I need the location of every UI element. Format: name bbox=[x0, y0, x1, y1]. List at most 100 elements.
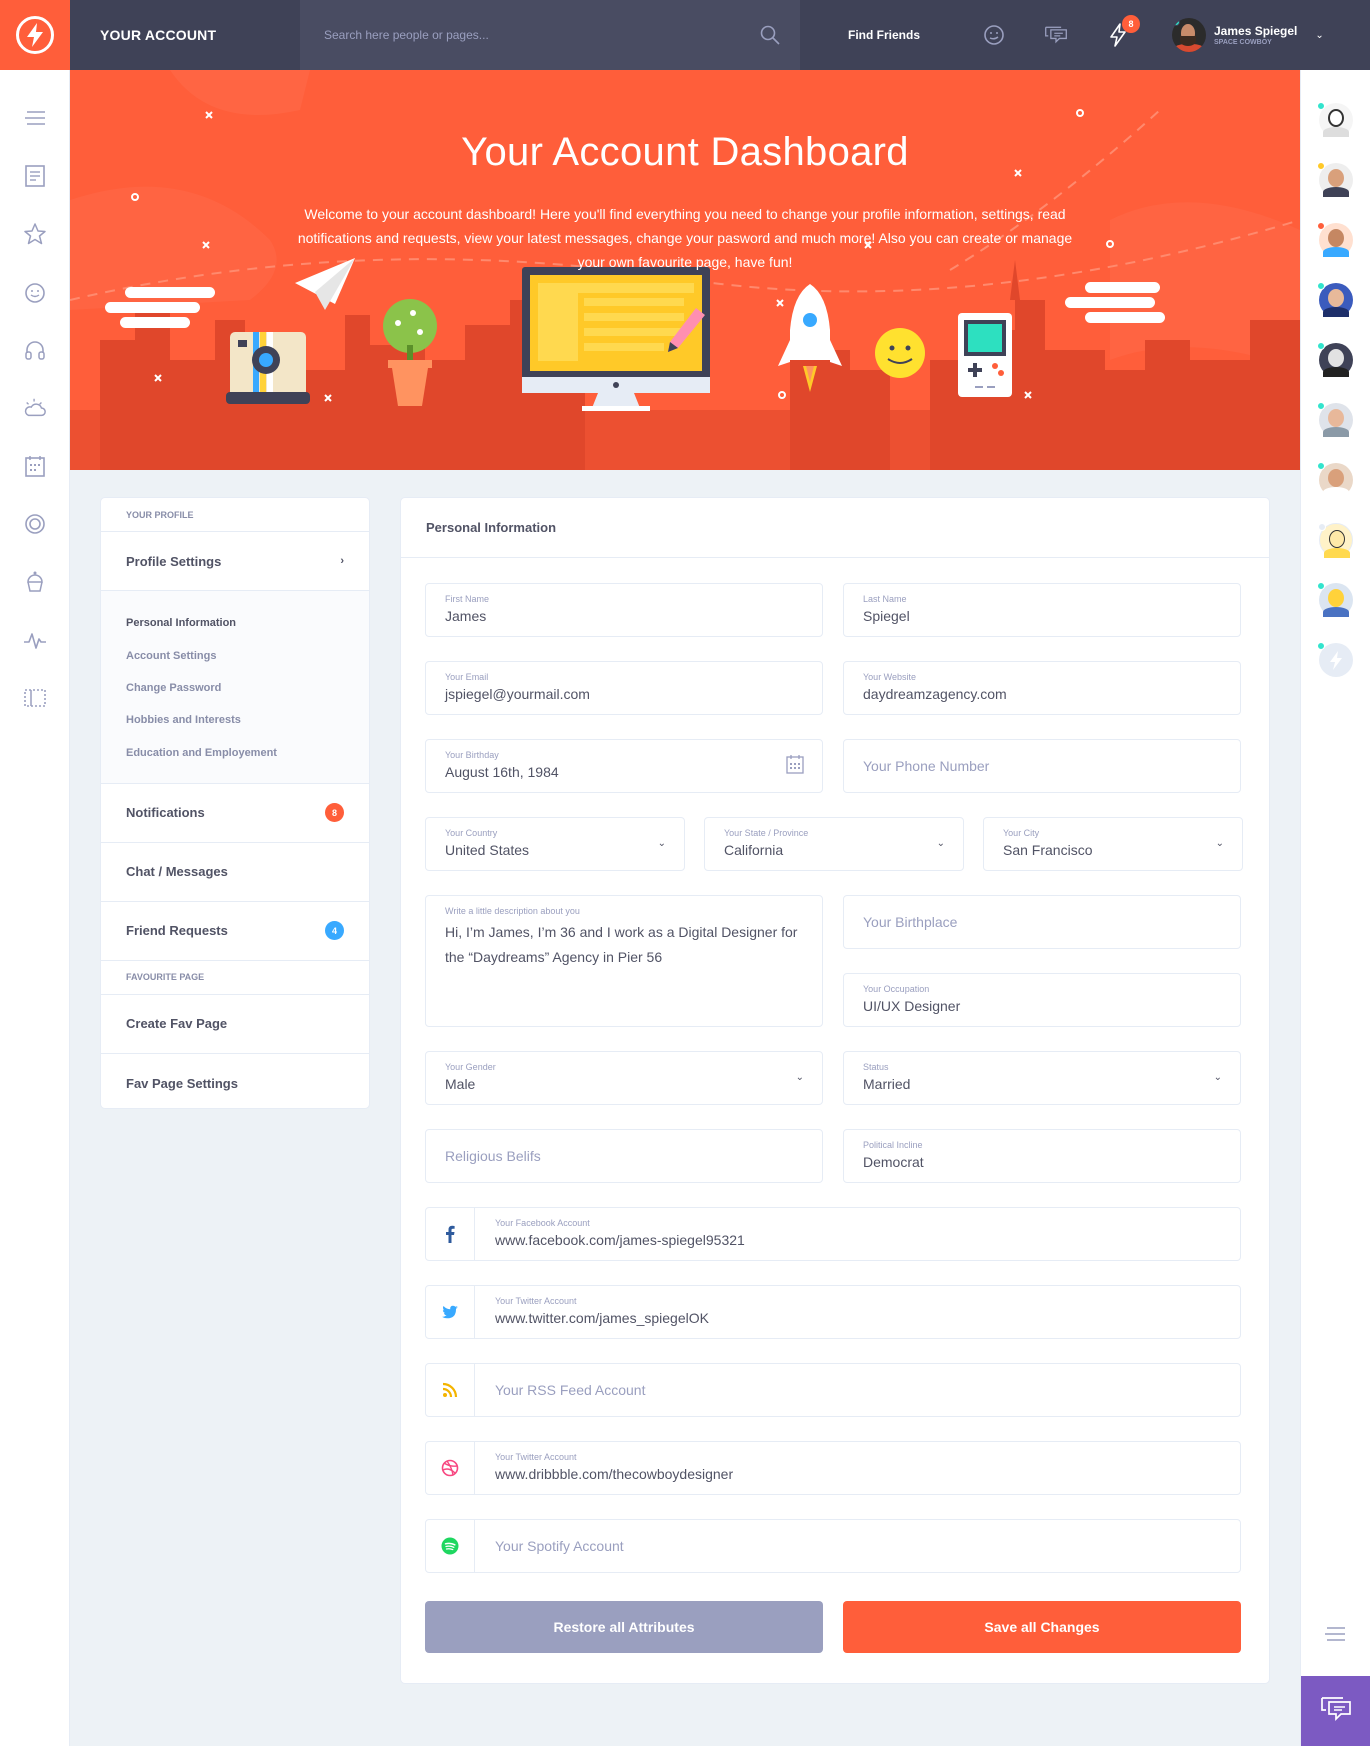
search-icon[interactable] bbox=[760, 25, 780, 50]
chat-button[interactable] bbox=[1301, 1676, 1370, 1746]
lightning-notification-icon[interactable]: 8 bbox=[1106, 15, 1140, 47]
friend-avatar[interactable] bbox=[1316, 162, 1353, 197]
field-label: Last Name bbox=[863, 594, 907, 604]
submenu-account-settings[interactable]: Account Settings bbox=[126, 639, 344, 671]
field-value: jspiegel@yourmail.com bbox=[445, 686, 590, 702]
menu-item-label: Notifications bbox=[126, 805, 205, 821]
field-label: Your Gender bbox=[445, 1062, 496, 1072]
menu-icon[interactable] bbox=[1324, 1626, 1346, 1647]
field-label: Your City bbox=[1003, 828, 1040, 838]
menu-item-create-fav-page[interactable]: Create Fav Page bbox=[101, 995, 369, 1054]
field-value: UI/UX Designer bbox=[863, 998, 961, 1014]
field-label: Your Facebook Account bbox=[495, 1218, 590, 1228]
friend-requests-count-badge: 4 bbox=[325, 921, 344, 941]
friend-avatar[interactable] bbox=[1316, 102, 1353, 137]
field-placeholder: Your Spotify Account bbox=[495, 1538, 624, 1554]
field-value: Male bbox=[445, 1076, 476, 1092]
field-label: Status bbox=[863, 1062, 889, 1072]
birthplace-field[interactable]: Your Birthplace bbox=[843, 895, 1241, 949]
state-select[interactable]: Your State / Province California ⌄ bbox=[704, 817, 964, 871]
submenu-change-password[interactable]: Change Password bbox=[126, 672, 344, 704]
stats-icon[interactable] bbox=[23, 626, 47, 654]
friend-avatar[interactable] bbox=[1316, 642, 1353, 677]
field-label: Political Incline bbox=[863, 1140, 923, 1150]
field-label: Your Country bbox=[445, 828, 498, 838]
field-value: James bbox=[445, 608, 487, 624]
email-field[interactable]: Your Email jspiegel@yourmail.com bbox=[425, 661, 823, 715]
last-name-field[interactable]: Last Name Spiegel bbox=[843, 583, 1241, 637]
manage-widgets-icon[interactable] bbox=[23, 684, 47, 712]
dribbble-field[interactable]: Your Twitter Account www.dribbble.com/th… bbox=[425, 1441, 1241, 1495]
friend-avatar[interactable] bbox=[1316, 222, 1353, 257]
friend-avatar[interactable] bbox=[1316, 342, 1353, 377]
menu-section-your-profile: YOUR PROFILE bbox=[101, 498, 369, 532]
country-select[interactable]: Your Country United States ⌄ bbox=[425, 817, 685, 871]
save-button[interactable]: Save all Changes bbox=[843, 1601, 1241, 1653]
website-field[interactable]: Your Website daydreamzagency.com bbox=[843, 661, 1241, 715]
page-title: YOUR ACCOUNT bbox=[100, 27, 217, 43]
spotify-field[interactable]: Your Spotify Account bbox=[425, 1519, 1241, 1573]
facebook-field[interactable]: Your Facebook Account www.facebook.com/j… bbox=[425, 1207, 1241, 1261]
occupation-field[interactable]: Your Occupation UI/UX Designer bbox=[843, 973, 1241, 1027]
friend-avatar[interactable] bbox=[1317, 523, 1353, 558]
first-name-field[interactable]: First Name James bbox=[425, 583, 823, 637]
restore-button[interactable]: Restore all Attributes bbox=[425, 1601, 823, 1653]
rss-icon bbox=[426, 1364, 475, 1416]
menu-icon[interactable] bbox=[23, 104, 47, 132]
gender-select[interactable]: Your Gender Male ⌄ bbox=[425, 1051, 823, 1105]
menu-item-friend-requests[interactable]: Friend Requests 4 bbox=[101, 902, 369, 961]
chevron-down-icon[interactable]: ⌄ bbox=[1315, 30, 1323, 41]
city-select[interactable]: Your City San Francisco ⌄ bbox=[983, 817, 1243, 871]
logo[interactable] bbox=[0, 0, 70, 70]
badge-icon[interactable] bbox=[23, 510, 47, 538]
menu-item-chat-messages[interactable]: Chat / Messages bbox=[101, 843, 369, 902]
happy-face-icon[interactable] bbox=[23, 278, 47, 306]
political-incline-field[interactable]: Political Incline Democrat bbox=[843, 1129, 1241, 1183]
submenu-hobbies-interests[interactable]: Hobbies and Interests bbox=[126, 704, 344, 736]
friend-avatar[interactable] bbox=[1316, 282, 1353, 317]
lightning-logo-icon bbox=[16, 16, 54, 54]
dribbble-icon bbox=[426, 1442, 475, 1494]
search-bar bbox=[300, 0, 800, 70]
headphones-icon[interactable] bbox=[23, 336, 47, 364]
friend-avatar[interactable] bbox=[1316, 462, 1353, 497]
religious-beliefs-field[interactable]: Religious Belifs bbox=[425, 1129, 823, 1183]
calendar-icon[interactable] bbox=[786, 754, 804, 779]
chevron-down-icon: ⌄ bbox=[1215, 838, 1224, 849]
field-value: Hi, I’m James, I’m 36 and I work as a Di… bbox=[445, 924, 798, 965]
rss-field[interactable]: Your RSS Feed Account bbox=[425, 1363, 1241, 1417]
avatar[interactable] bbox=[1172, 18, 1206, 52]
submenu-education-employment[interactable]: Education and Employement bbox=[126, 737, 344, 769]
field-label: Your Twitter Account bbox=[495, 1452, 577, 1462]
chat-bubbles-icon[interactable] bbox=[1044, 23, 1068, 47]
weather-icon[interactable] bbox=[23, 394, 47, 422]
description-textarea[interactable]: Write a little description about you Hi,… bbox=[425, 895, 823, 1027]
smiley-icon[interactable] bbox=[982, 23, 1006, 47]
newsfeed-icon[interactable] bbox=[23, 162, 47, 190]
phone-field[interactable]: Your Phone Number bbox=[843, 739, 1241, 793]
facebook-icon bbox=[426, 1208, 475, 1260]
menu-item-label: Profile Settings bbox=[126, 553, 222, 569]
field-label: Your Occupation bbox=[863, 984, 930, 994]
menu-item-profile-settings[interactable]: Profile Settings › bbox=[101, 532, 369, 591]
twitter-field[interactable]: Your Twitter Account www.twitter.com/jam… bbox=[425, 1285, 1241, 1339]
birthday-field[interactable]: Your Birthday August 16th, 1984 bbox=[425, 739, 823, 793]
find-friends-link[interactable]: Find Friends bbox=[848, 28, 920, 42]
friends-list bbox=[1301, 70, 1370, 677]
cupcake-icon[interactable] bbox=[23, 568, 47, 596]
star-icon[interactable] bbox=[23, 220, 47, 248]
friend-avatar[interactable] bbox=[1316, 402, 1353, 437]
menu-item-notifications[interactable]: Notifications 8 bbox=[101, 784, 369, 843]
field-placeholder: Your Birthplace bbox=[863, 914, 958, 930]
user-menu[interactable]: James Spiegel SPACE COWBOY ⌄ bbox=[1172, 18, 1324, 52]
field-value: Democrat bbox=[863, 1154, 924, 1170]
menu-item-fav-page-settings[interactable]: Fav Page Settings bbox=[101, 1054, 369, 1113]
status-select[interactable]: Status Married ⌄ bbox=[843, 1051, 1241, 1105]
left-sidebar bbox=[0, 70, 70, 1746]
field-value: California bbox=[724, 842, 784, 858]
friend-avatar[interactable] bbox=[1316, 582, 1353, 617]
submenu-personal-information[interactable]: Personal Information bbox=[126, 607, 344, 639]
calendar-icon[interactable] bbox=[23, 452, 47, 480]
right-sidebar bbox=[1300, 70, 1370, 1746]
search-input[interactable] bbox=[324, 28, 744, 42]
